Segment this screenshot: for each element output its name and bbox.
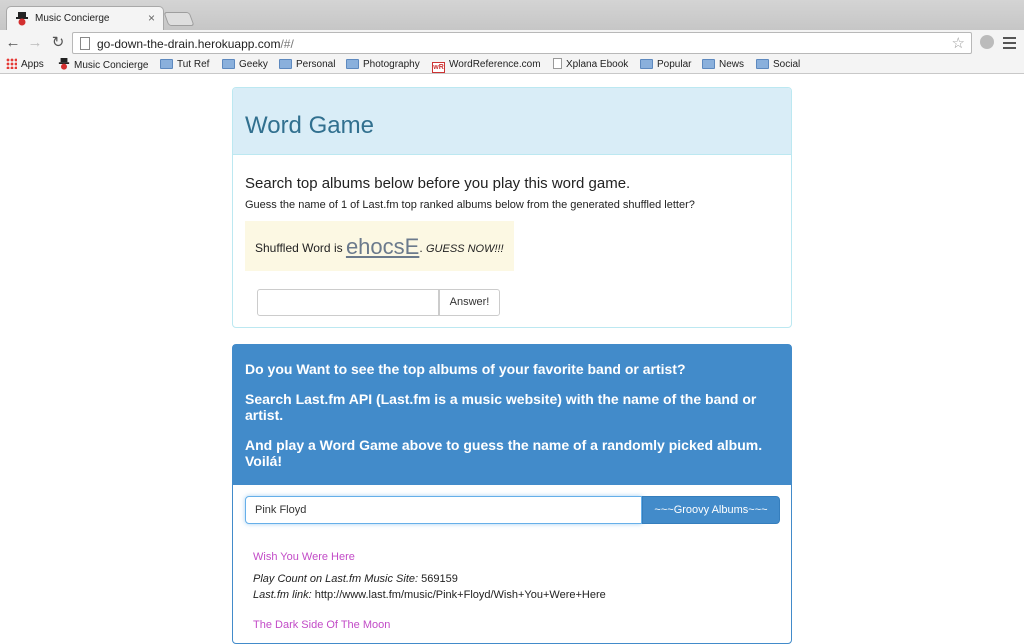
word-game-header: Word Game (233, 88, 791, 155)
bookmark-item[interactable]: wR WordReference.com (432, 58, 541, 73)
bookmark-item[interactable]: Personal (279, 58, 335, 72)
album-result: The Dark Side Of The Moon (253, 617, 390, 639)
game-intro: Search top albums below before you play … (245, 175, 631, 192)
bookmark-label: Popular (657, 59, 692, 70)
shuffled-word: ehocsE (345, 234, 420, 259)
folder-icon (160, 59, 173, 69)
bookmark-item[interactable]: Popular (640, 58, 691, 72)
bookmark-item[interactable]: Apps (6, 58, 44, 72)
play-count-label: Play Count on Last.fm Music Site: (253, 573, 419, 585)
bookmark-label: Social (773, 59, 801, 70)
new-tab-button[interactable] (163, 12, 195, 26)
album-search-header: Do you Want to see the top albums of you… (233, 345, 791, 485)
album-search-panel: Do you Want to see the top albums of you… (232, 344, 792, 644)
tab-close-icon[interactable]: × (148, 11, 155, 25)
wordreference-icon: wR (432, 62, 445, 73)
shuffle-label: Shuffled Word is (255, 241, 346, 255)
extension-icon[interactable] (980, 35, 994, 49)
forward-icon[interactable]: → (26, 34, 44, 52)
bookmark-label: Geeky (239, 59, 268, 70)
music-concierge-icon (58, 58, 70, 70)
bookmark-label: Music Concierge (74, 60, 149, 71)
bookmark-label: Xplana Ebook (566, 59, 629, 70)
folder-icon (640, 59, 653, 69)
groovy-albums-button[interactable]: ~~~Groovy Albums~~~ (642, 496, 780, 524)
document-icon (553, 58, 562, 69)
search-heading-instructions: Search Last.fm API (Last.fm is a music w… (245, 391, 757, 423)
bookmark-item[interactable]: Xplana Ebook (553, 58, 628, 72)
menu-icon[interactable] (1003, 37, 1016, 52)
album-result: Wish You Were Here Play Count on Last.fm… (253, 549, 606, 603)
bookmark-label: Apps (21, 59, 44, 70)
folder-icon (702, 59, 715, 69)
bookmark-item[interactable]: News (702, 58, 744, 72)
address-bar[interactable]: go-down-the-drain.herokuapp.com/#/ ☆ (72, 32, 972, 54)
browser-toolbar: ← → ↻ go-down-the-drain.herokuapp.com/#/… (0, 30, 1024, 56)
bookmark-item[interactable]: Geeky (222, 58, 268, 72)
tab-title: Music Concierge (35, 13, 110, 24)
url-text[interactable]: go-down-the-drain.herokuapp.com/#/ (97, 37, 294, 51)
word-game-panel: Word Game Search top albums below before… (232, 87, 792, 328)
folder-icon (222, 59, 235, 69)
shuffled-word-box: Shuffled Word is ehocsE. GUESS NOW!!! (245, 221, 514, 271)
bookmark-label: WordReference.com (449, 59, 541, 70)
bookmark-label: Photography (363, 59, 420, 70)
page-title: Word Game (245, 112, 374, 139)
bookmark-item[interactable]: Photography (346, 58, 420, 72)
bookmark-label: Tut Ref (177, 59, 210, 70)
play-count-value: 569159 (421, 573, 458, 585)
lastfm-link-url: http://www.last.fm/music/Pink+Floyd/Wish… (314, 589, 606, 601)
game-description: Guess the name of 1 of Last.fm top ranke… (245, 199, 695, 211)
album-title-link[interactable]: The Dark Side Of The Moon (253, 617, 390, 633)
answer-button[interactable]: Answer! (439, 289, 500, 316)
search-heading-play: And play a Word Game above to guess the … (245, 437, 763, 469)
apps-icon (6, 58, 17, 69)
folder-icon (346, 59, 359, 69)
guess-now-text: GUESS NOW!!! (426, 243, 504, 255)
bookmark-item[interactable]: Tut Ref (160, 58, 209, 72)
back-icon[interactable]: ← (4, 34, 22, 52)
bookmark-label: News (719, 59, 745, 70)
browser-tab[interactable]: Music Concierge × (6, 6, 164, 31)
album-title-link[interactable]: Wish You Were Here (253, 549, 606, 565)
folder-icon (279, 59, 292, 69)
bookmark-star-icon[interactable]: ☆ (952, 34, 965, 52)
answer-input[interactable] (257, 289, 439, 316)
reload-icon[interactable]: ↻ (49, 34, 67, 52)
bookmark-label: Personal (296, 59, 336, 70)
folder-icon (756, 59, 769, 69)
bookmark-item[interactable]: Music Concierge (58, 58, 148, 72)
browser-tabstrip: Music Concierge × (0, 0, 1024, 31)
page-icon (80, 37, 90, 50)
bookmarks-bar: Apps Music Concierge Tut Ref Geeky Personal P… (0, 56, 1024, 74)
search-heading-question: Do you Want to see the top albums of you… (245, 361, 686, 377)
bookmark-item[interactable]: Social (756, 58, 800, 72)
lastfm-link-label: Last.fm link: (253, 589, 312, 601)
music-concierge-favicon-icon (16, 12, 28, 26)
artist-search-input[interactable]: Pink Floyd (245, 496, 642, 524)
